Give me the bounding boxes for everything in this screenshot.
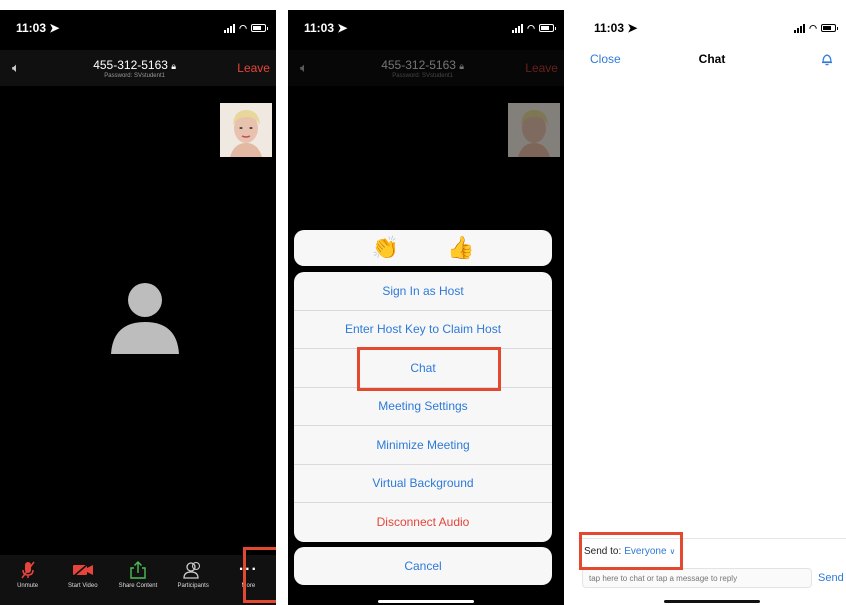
meeting-password: Password: SVstudent1 [392, 72, 453, 79]
minimize-meeting-option[interactable]: Minimize Meeting [294, 426, 552, 465]
muted-microphone-icon [17, 561, 39, 579]
participant-face-icon [508, 103, 560, 157]
thumbs-up-reaction-icon[interactable]: 👍 [447, 235, 474, 261]
lock-icon: 🔒︎ [171, 60, 177, 71]
chat-message-input[interactable] [582, 568, 812, 588]
video-off-icon [72, 561, 94, 579]
start-video-button[interactable]: Start Video [56, 561, 110, 589]
chat-highlight-box [357, 347, 501, 391]
meeting-id: 455-312-5163 [93, 57, 168, 72]
status-icons: ◠ [794, 22, 838, 34]
unmute-label: Unmute [17, 583, 39, 589]
chat-title: Chat [698, 52, 726, 66]
status-bar: 11:03 ➤ ◠ [0, 10, 276, 46]
home-indicator [664, 600, 760, 603]
cancel-button[interactable]: Cancel [294, 547, 552, 585]
user-avatar-icon [111, 283, 179, 354]
status-bar: 11:03 ➤ ◠ [288, 10, 564, 46]
participants-icon [182, 561, 204, 579]
speaker-icon: 🔈︎ [300, 60, 308, 75]
start-video-label: Start Video [67, 583, 98, 589]
chat-messages-area [578, 72, 846, 535]
chat-nav-bar: Close Chat [578, 46, 846, 72]
signal-icon [512, 23, 524, 33]
participant-face-icon [220, 103, 272, 157]
status-time: 11:03 ➤ [304, 21, 348, 35]
virtual-background-option[interactable]: Virtual Background [294, 465, 552, 503]
wifi-icon: ◠ [239, 22, 247, 33]
action-sheet: Sign In as Host Enter Host Key to Claim … [294, 272, 552, 542]
more-highlight-box [243, 547, 276, 603]
meeting-header: 🔈︎ 455-312-5163 🔒︎ Password: SVstudent1 … [0, 50, 276, 86]
meeting-header: 🔈︎ 455-312-5163 🔒︎ Password: SVstudent1 … [288, 50, 564, 86]
chat-screen: 11:03 ➤ ◠ Close Chat Send to: Everyone ∨… [578, 10, 846, 605]
meeting-toolbar: Unmute Start Video Share Content Partici… [0, 555, 276, 605]
enter-host-key-option[interactable]: Enter Host Key to Claim Host [294, 311, 552, 349]
status-icons: ◠ [224, 22, 268, 34]
close-button[interactable]: Close [590, 52, 621, 66]
signal-icon [224, 23, 236, 33]
status-bar: 11:03 ➤ ◠ [578, 10, 846, 46]
signal-icon [794, 23, 806, 33]
battery-icon [251, 24, 268, 32]
clap-reaction-icon[interactable]: 👏 [372, 235, 399, 261]
share-content-label: Share Content [118, 583, 158, 589]
send-button[interactable]: Send [818, 572, 844, 584]
unmute-button[interactable]: Unmute [1, 561, 55, 589]
disconnect-audio-option[interactable]: Disconnect Audio [294, 503, 552, 542]
battery-icon [539, 24, 556, 32]
self-video-thumbnail[interactable] [220, 103, 272, 157]
meeting-id: 455-312-5163 [381, 57, 456, 72]
meeting-title: 455-312-5163 🔒︎ Password: SVstudent1 [93, 58, 176, 79]
meeting-screen: 11:03 ➤ ◠ 🔈︎ 455-312-5163 🔒︎ Password: S… [0, 10, 276, 605]
meeting-settings-option[interactable]: Meeting Settings [294, 388, 552, 426]
self-video-thumbnail [508, 103, 560, 157]
reactions-bar: 👏 👍 [294, 230, 552, 266]
home-indicator [378, 600, 474, 603]
bell-icon[interactable] [820, 52, 834, 66]
meeting-password: Password: SVstudent1 [104, 72, 165, 79]
more-menu-screen: 11:03 ➤ ◠ 🔈︎ 455-312-5163 🔒︎ Password: S… [288, 10, 564, 605]
meeting-title: 455-312-5163 🔒︎ Password: SVstudent1 [381, 58, 464, 79]
leave-button: Leave [525, 61, 558, 75]
status-icons: ◠ [512, 22, 556, 34]
send-to-highlight-box [579, 532, 683, 570]
sign-in-as-host-option[interactable]: Sign In as Host [294, 272, 552, 311]
status-time: 11:03 ➤ [16, 21, 60, 35]
wifi-icon: ◠ [527, 22, 535, 33]
share-icon [127, 561, 149, 579]
battery-icon [821, 24, 838, 32]
wifi-icon: ◠ [809, 22, 817, 33]
leave-button[interactable]: Leave [237, 61, 270, 75]
speaker-icon[interactable]: 🔈︎ [12, 60, 32, 76]
lock-icon: 🔒︎ [459, 60, 465, 71]
status-time: 11:03 ➤ [594, 21, 638, 35]
participants-button[interactable]: Participants [166, 561, 220, 589]
participants-label: Participants [177, 583, 209, 589]
share-content-button[interactable]: Share Content [111, 561, 165, 589]
